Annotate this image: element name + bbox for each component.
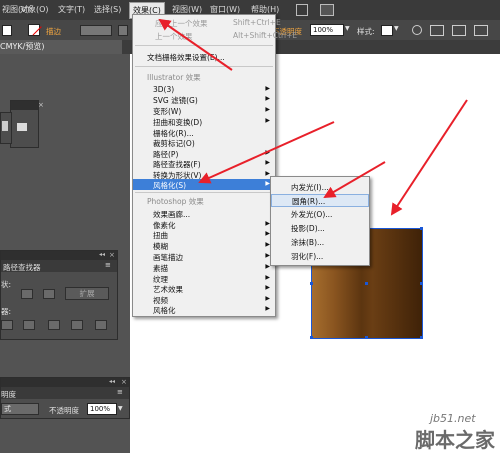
arrow-to-effect-menu <box>158 18 233 71</box>
watermark-name: 脚本之家 <box>415 428 495 452</box>
arrow-to-stylize <box>198 121 335 184</box>
annotation-arrows <box>158 18 468 216</box>
arrow-to-square <box>390 99 468 216</box>
arrow-to-round-corners <box>323 161 386 199</box>
